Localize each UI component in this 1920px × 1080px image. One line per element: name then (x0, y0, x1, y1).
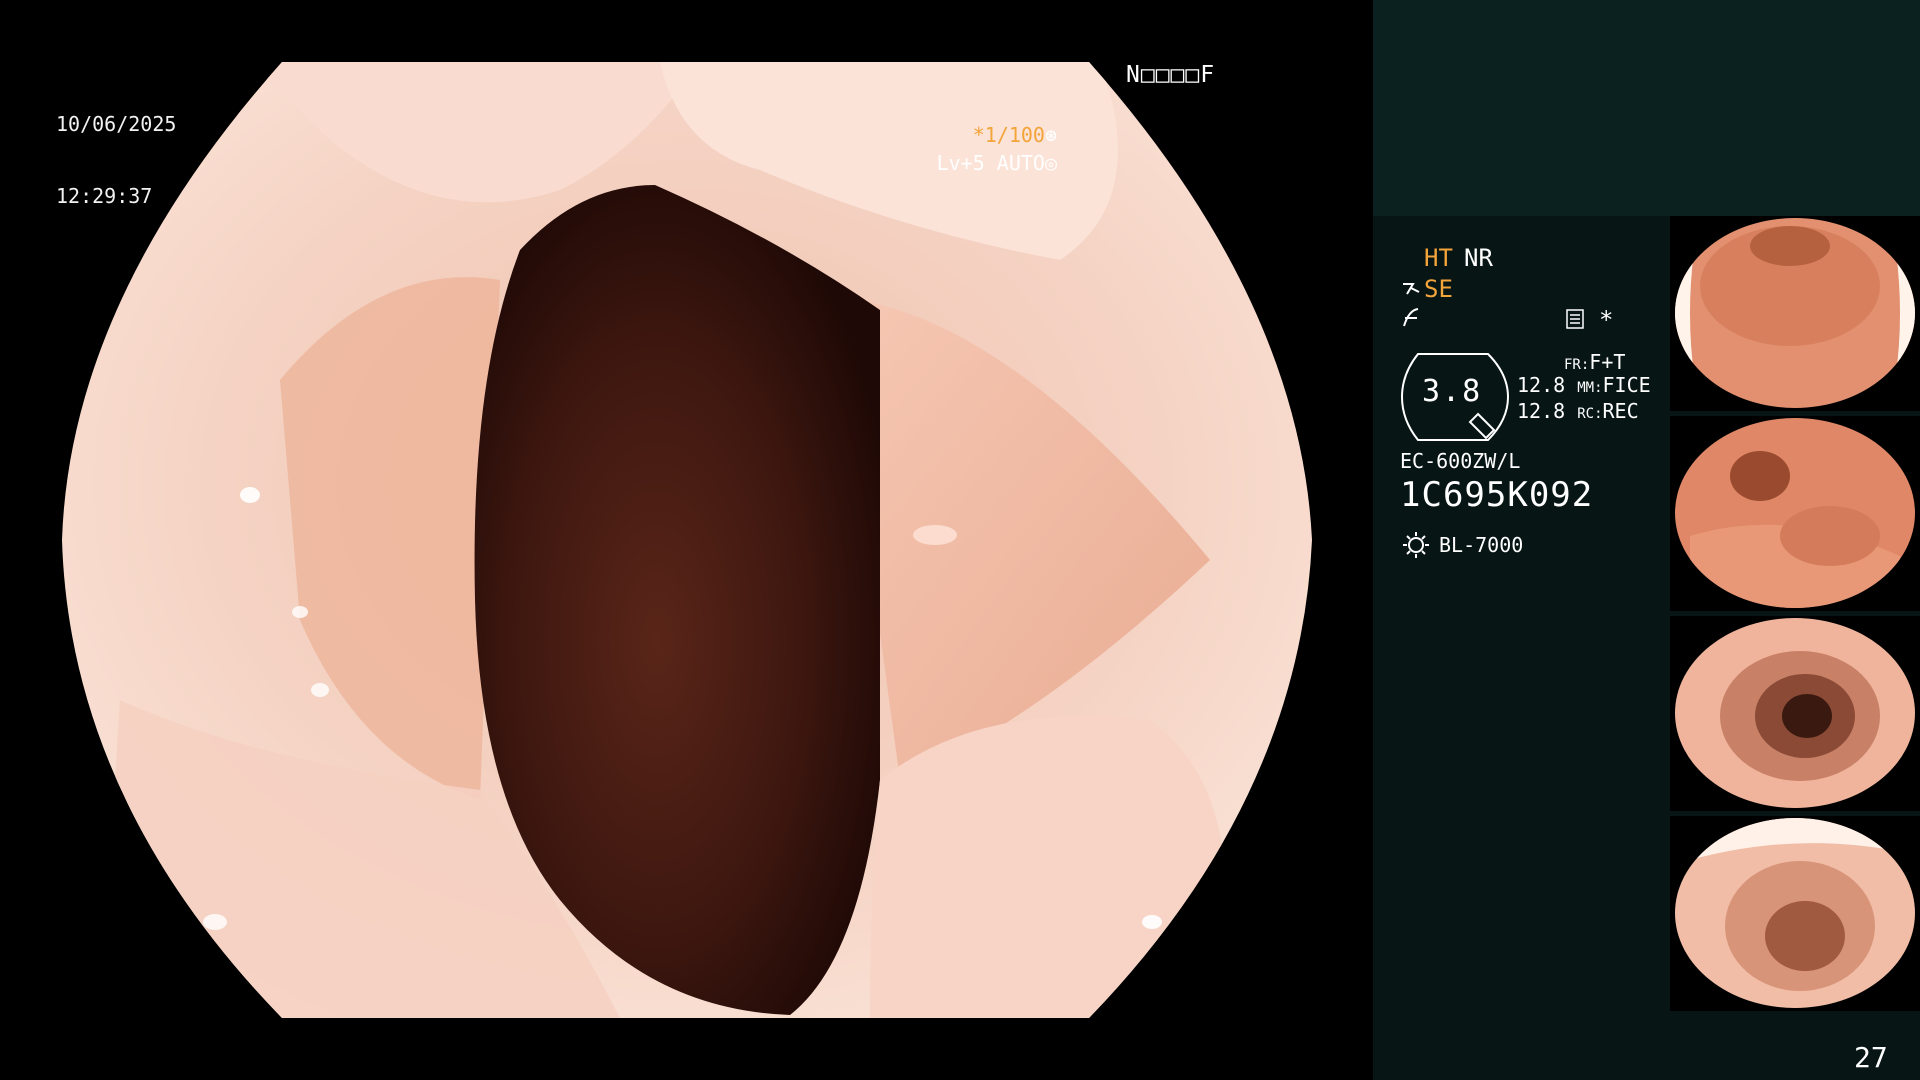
thumbnail-image (1675, 818, 1915, 1008)
endoscope-main-view: 10/06/2025 12:29:37 N□□□□F *1/100⊛ Lv+5 … (0, 0, 1373, 1080)
endoscope-image (62, 62, 1312, 1018)
nr-indicator: NR (1464, 244, 1493, 272)
panel-header-area (1373, 0, 1920, 216)
light-source-icon (1403, 532, 1429, 558)
rc-value: REC (1602, 399, 1639, 423)
ht-indicator: HT (1424, 244, 1453, 272)
date-text: 10/06/2025 (56, 112, 177, 136)
thumbnail-1[interactable] (1670, 216, 1920, 411)
thumbnail-image (1675, 218, 1915, 408)
info-panel: HT NR SE * 3.8 FR:F+T 12.8 MM:FICE 12.8 … (1373, 0, 1920, 1080)
light-source-model: BL-7000 (1439, 533, 1524, 557)
asterisk-indicator: * (1599, 306, 1614, 334)
brightness-level: Lv+5 AUTO◎ (888, 127, 1057, 199)
patient-id: N□□□□F (1126, 62, 1216, 88)
iris-icon: ◎ (1044, 151, 1057, 175)
mm-number: 12.8 (1517, 373, 1566, 397)
thumbnail-image (1675, 418, 1915, 608)
settings-memo-icon (1566, 309, 1584, 329)
mm-key: MM: (1577, 380, 1603, 396)
thumbnail-2[interactable] (1670, 416, 1920, 611)
rc-key: RC: (1577, 406, 1603, 422)
zoom-value: 3.8 (1422, 374, 1483, 409)
scope-model: EC-600ZW/L (1400, 449, 1521, 473)
se-indicator: SE (1424, 275, 1453, 303)
mm-setting: 12.8 MM:FICE (1517, 373, 1651, 397)
thumbnail-4[interactable] (1670, 816, 1920, 1011)
time-text: 12:29:37 (56, 184, 153, 208)
structure-enhance-icon (1403, 283, 1420, 295)
gamma-curve-icon (1403, 308, 1419, 327)
thumbnail-image (1675, 618, 1915, 808)
scope-serial: 1C695K092 (1400, 475, 1594, 515)
rc-setting: 12.8 RC:REC (1517, 399, 1639, 423)
datetime-display: 10/06/2025 12:29:37 (56, 64, 176, 256)
fr-setting: FR:F+T (1564, 350, 1625, 374)
thumbnail-3[interactable] (1670, 616, 1920, 811)
fr-key: FR: (1564, 357, 1590, 373)
fr-value: F+T (1589, 350, 1626, 374)
image-count: 27 (1854, 1041, 1888, 1074)
level-text: Lv+5 AUTO (936, 151, 1045, 175)
mm-value: FICE (1602, 373, 1651, 397)
rc-number: 12.8 (1517, 399, 1566, 423)
